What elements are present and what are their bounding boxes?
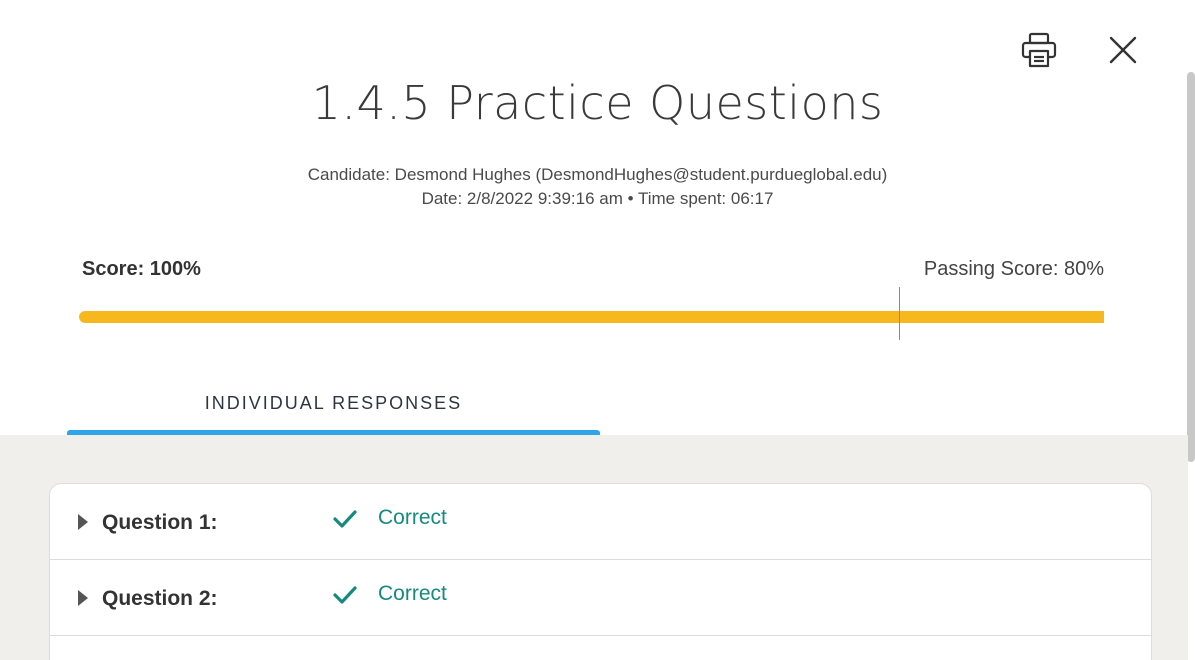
candidate-info: Candidate: Desmond Hughes (DesmondHughes… [0, 163, 1195, 211]
question-label: Question 1: [102, 511, 218, 534]
checkmark-icon [333, 510, 357, 528]
passing-score-label: Passing Score: 80% [923, 258, 1104, 280]
printer-icon[interactable] [1019, 30, 1059, 70]
header-actions [1019, 30, 1143, 70]
page-title: 1.4.5 Practice Questions [311, 76, 884, 130]
date-line: Date: 2/8/2022 9:39:16 am • Time spent: … [421, 189, 774, 208]
score-row: Score: 100% Passing Score: 80% [82, 258, 1104, 284]
question-row-2[interactable]: Question 2: Correct [50, 560, 1151, 636]
score-label: Score: 100% [82, 258, 201, 280]
score-bar [79, 311, 1104, 323]
question-row-1[interactable]: Question 1: Correct [50, 484, 1151, 560]
checkmark-icon [333, 586, 357, 604]
score-bar-fill [79, 311, 1104, 323]
question-status: Correct [378, 582, 447, 605]
candidate-line: Candidate: Desmond Hughes (DesmondHughes… [307, 165, 888, 184]
caret-right-icon[interactable] [78, 590, 88, 606]
question-label: Question 2: [102, 587, 218, 610]
question-status: Correct [378, 506, 447, 529]
close-icon[interactable] [1103, 30, 1143, 70]
tab-individual-responses[interactable]: INDIVIDUAL RESPONSES [67, 380, 600, 436]
question-list: Question 1: Correct Question 2: Correct [49, 483, 1152, 660]
passing-score-marker [899, 287, 900, 340]
tab-label: INDIVIDUAL RESPONSES [204, 393, 463, 413]
caret-right-icon[interactable] [78, 514, 88, 530]
scrollbar[interactable] [1187, 72, 1195, 462]
